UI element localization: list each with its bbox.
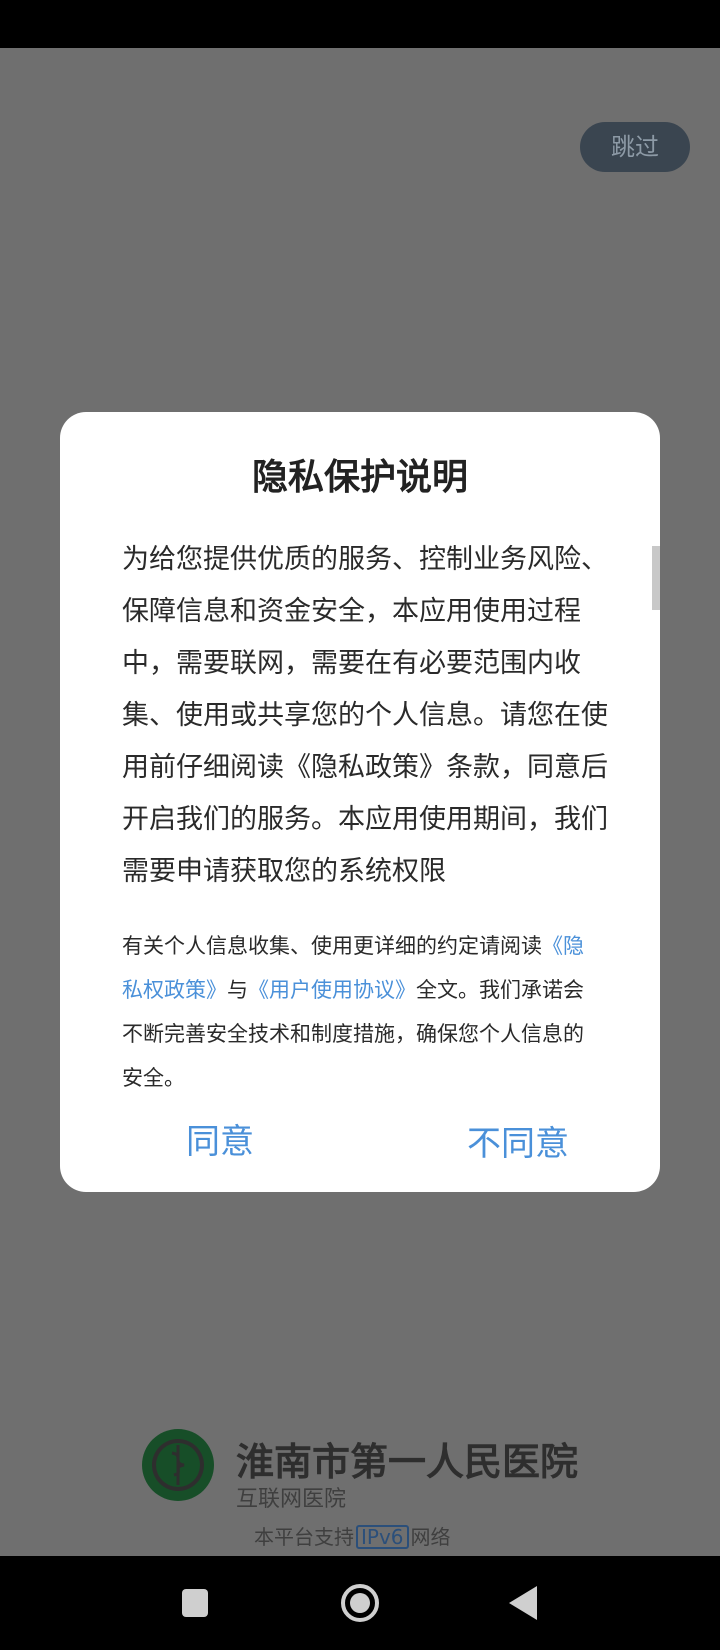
navigation-bar <box>0 1556 720 1650</box>
dialog-body-text: 为给您提供优质的服务、控制业务风险、保障信息和资金安全，本应用使用过程中，需要联… <box>122 544 608 887</box>
ipv6-suffix: 网络 <box>410 1525 451 1549</box>
hospital-subtitle: 互联网医院 <box>236 1487 347 1512</box>
note-and: 与 <box>227 978 248 1002</box>
home-button[interactable] <box>320 1556 400 1650</box>
recent-apps-button[interactable] <box>155 1556 235 1650</box>
ipv6-badge: IPv6 <box>356 1525 409 1549</box>
dialog-note: 有关个人信息收集、使用更详细的约定请阅读《隐私权政策》与《用户使用协议》全文。我… <box>122 924 602 1100</box>
hospital-name: 淮南市第一人民医院 <box>236 1440 579 1484</box>
home-icon <box>341 1584 379 1622</box>
ipv6-support-note: 本平台支持 IPv6 网络 <box>254 1521 451 1550</box>
note-prefix: 有关个人信息收集、使用更详细的约定请阅读 <box>122 934 542 958</box>
back-button[interactable] <box>485 1556 565 1650</box>
status-bar <box>0 0 720 48</box>
skip-button[interactable]: 跳过 <box>580 122 690 172</box>
hospital-brand: 淮南市第一人民医院 互联网医院 本平台支持 IPv6 网络 <box>140 1425 600 1549</box>
privacy-dialog: 隐私保护说明 为给您提供优质的服务、控制业务风险、保障信息和资金安全，本应用使用… <box>60 412 660 1192</box>
hospital-logo-icon <box>142 1429 214 1501</box>
back-icon <box>509 1586 537 1620</box>
user-agreement-link[interactable]: 《用户使用协议》 <box>248 978 416 1002</box>
agree-button[interactable]: 同意 <box>170 1118 270 1166</box>
scrollbar-thumb[interactable] <box>652 546 660 610</box>
recent-apps-icon <box>182 1589 208 1617</box>
ipv6-prefix: 本平台支持 <box>254 1525 354 1549</box>
dialog-scroll-area[interactable]: 为给您提供优质的服务、控制业务风险、保障信息和资金安全，本应用使用过程中，需要联… <box>122 534 612 894</box>
disagree-button[interactable]: 不同意 <box>448 1120 588 1168</box>
dialog-title: 隐私保护说明 <box>251 457 468 498</box>
